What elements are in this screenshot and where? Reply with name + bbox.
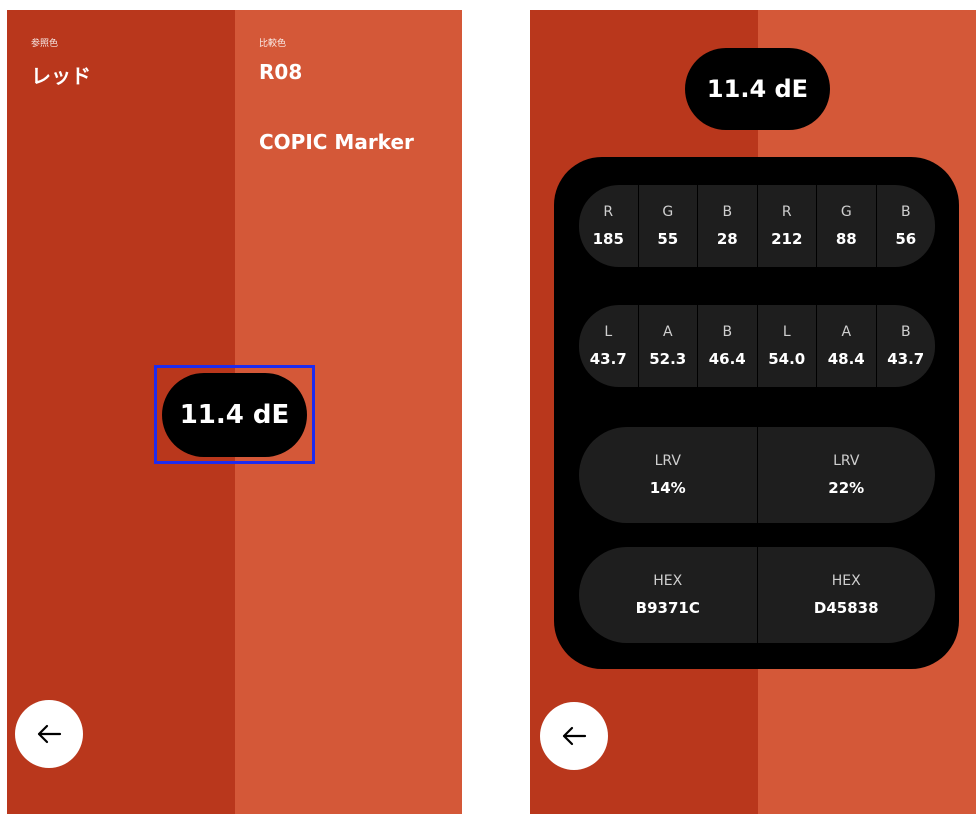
rgb-value: 55 xyxy=(657,230,679,248)
reference-color-name: レッド xyxy=(31,64,91,88)
lab-label: L xyxy=(782,324,791,340)
rgb-cell: G 88 xyxy=(817,185,877,267)
rgb-label: R xyxy=(603,204,614,220)
arrow-left-icon xyxy=(562,726,587,746)
reference-caption: 参照色 xyxy=(31,39,59,49)
lab-cell: B 43.7 xyxy=(877,305,936,387)
lab-label: A xyxy=(662,324,673,340)
hex-cell: HEX B9371C xyxy=(579,547,758,643)
lab-cell: L 43.7 xyxy=(579,305,639,387)
delta-e-button[interactable]: 11.4 dE xyxy=(162,373,307,457)
lrv-label: LRV xyxy=(833,453,860,469)
lrv-value: 14% xyxy=(649,479,686,497)
lab-value: 43.7 xyxy=(887,350,925,368)
rgb-cell: R 185 xyxy=(579,185,639,267)
hex-row: HEX B9371C HEX D45838 xyxy=(579,547,935,643)
comparison-color-code: R08 xyxy=(259,60,303,84)
comparison-caption: 比較色 xyxy=(259,39,287,49)
lab-row: L 43.7 A 52.3 B 46.4 L 54.0 A 48.4 B 43.7 xyxy=(579,305,935,387)
rgb-label: B xyxy=(900,204,911,220)
comparison-brand: COPIC Marker xyxy=(259,130,414,154)
lab-label: B xyxy=(722,324,733,340)
hex-cell: HEX D45838 xyxy=(758,547,936,643)
lab-value: 43.7 xyxy=(589,350,627,368)
lab-cell: A 52.3 xyxy=(639,305,698,387)
lab-cell: L 54.0 xyxy=(758,305,817,387)
rgb-value: 28 xyxy=(716,230,738,248)
delta-e-button[interactable]: 11.4 dE xyxy=(685,48,830,130)
back-button[interactable] xyxy=(540,702,608,770)
color-details-panel: R 185 G 55 B 28 R 212 G 88 B 56 L 43.7 A 52.3 B 4… xyxy=(554,157,959,669)
rgb-label: G xyxy=(662,204,674,220)
rgb-label: R xyxy=(781,204,792,220)
rgb-cell: G 55 xyxy=(639,185,698,267)
arrow-left-icon xyxy=(37,724,62,744)
rgb-value: 185 xyxy=(592,230,624,248)
lrv-value: 22% xyxy=(828,479,865,497)
comparison-screen: 参照色 レッド 比較色 R08 COPIC Marker 11.4 dE xyxy=(7,10,462,814)
rgb-cell: B 56 xyxy=(877,185,936,267)
rgb-row: R 185 G 55 B 28 R 212 G 88 B 56 xyxy=(579,185,935,267)
lab-value: 54.0 xyxy=(768,350,806,368)
lab-value: 52.3 xyxy=(649,350,687,368)
lrv-cell: LRV 22% xyxy=(758,427,936,523)
lrv-cell: LRV 14% xyxy=(579,427,758,523)
lab-cell: B 46.4 xyxy=(698,305,758,387)
rgb-value: 88 xyxy=(835,230,857,248)
back-button[interactable] xyxy=(15,700,83,768)
lab-cell: A 48.4 xyxy=(817,305,877,387)
lab-label: A xyxy=(841,324,852,340)
rgb-label: G xyxy=(840,204,852,220)
lrv-row: LRV 14% LRV 22% xyxy=(579,427,935,523)
lab-label: L xyxy=(604,324,613,340)
rgb-value: 212 xyxy=(771,230,803,248)
hex-label: HEX xyxy=(653,573,683,589)
hex-value: B9371C xyxy=(635,599,700,617)
lrv-label: LRV xyxy=(654,453,681,469)
rgb-value: 56 xyxy=(895,230,917,248)
hex-label: HEX xyxy=(831,573,861,589)
rgb-cell: B 28 xyxy=(698,185,758,267)
detail-screen: 11.4 dE R 185 G 55 B 28 R 212 G 88 B 56 L 43.7 … xyxy=(530,10,976,814)
lab-value: 46.4 xyxy=(708,350,746,368)
rgb-cell: R 212 xyxy=(758,185,817,267)
rgb-label: B xyxy=(722,204,733,220)
lab-value: 48.4 xyxy=(827,350,865,368)
lab-label: B xyxy=(900,324,911,340)
hex-value: D45838 xyxy=(813,599,879,617)
